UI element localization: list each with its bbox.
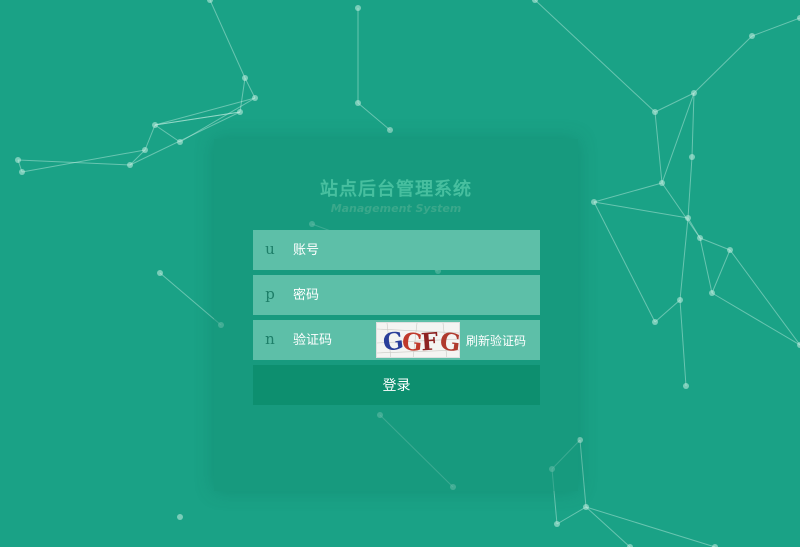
network-line [699,237,731,251]
network-node [142,147,148,153]
network-line [687,156,693,219]
network-line [585,506,631,547]
password-prefix-icon: p [265,285,275,303]
network-node [127,162,133,168]
network-line [154,124,181,143]
username-prefix-icon: u [265,240,275,258]
network-node [709,290,715,296]
network-line [357,102,391,131]
network-line [585,506,716,547]
network-line [693,35,753,94]
network-line [711,292,800,346]
network-line [679,217,689,301]
network-line [579,439,587,508]
network-node [157,270,163,276]
network-line [654,299,681,323]
captcha-char: F [420,326,439,356]
network-node [177,514,183,520]
network-node [583,504,589,510]
network-node [749,33,755,39]
network-node [19,169,25,175]
password-row: p [253,275,540,315]
username-input[interactable] [293,230,533,270]
network-line [144,124,156,151]
network-node [683,383,689,389]
network-node [685,215,691,221]
network-line [209,0,246,79]
network-node [15,157,21,163]
network-node [242,75,248,81]
network-node [659,180,665,186]
network-node [237,109,243,115]
network-line [593,201,689,219]
network-node [177,139,183,145]
network-line [691,92,695,158]
network-node [355,100,361,106]
network-node [207,0,213,3]
network-line [751,17,800,37]
network-node [591,199,597,205]
network-line [654,111,663,184]
captcha-row: n GGFG 刷新验证码 [253,320,540,360]
network-line [661,182,701,239]
network-line [593,201,656,323]
captcha-image[interactable]: GGFG [376,322,460,358]
network-line [711,249,731,294]
network-node [652,319,658,325]
network-line [679,299,687,387]
network-line [159,272,222,326]
network-node [152,122,158,128]
network-node [677,297,683,303]
login-button[interactable]: 登录 [253,365,540,405]
page-subtitle: Management System [330,202,462,215]
network-line [244,77,256,99]
network-line [534,0,656,113]
network-node [691,90,697,96]
captcha-prefix-icon: n [265,330,275,348]
network-node [697,235,703,241]
network-node [355,5,361,11]
refresh-captcha-link[interactable]: 刷新验证码 [466,332,526,349]
network-node [252,95,258,101]
login-panel: 站点后台管理系统 Management System u p n GGFG [214,139,578,491]
captcha-char: G [438,326,460,357]
network-node [689,154,695,160]
network-node [727,247,733,253]
username-row: u [253,230,540,270]
network-line [729,249,800,346]
page-title: 站点后台管理系统 [320,179,472,200]
network-node [554,521,560,527]
network-line [556,506,587,525]
network-node [652,109,658,115]
network-line [699,237,713,294]
password-input[interactable] [293,275,533,315]
network-node [387,127,393,133]
captcha-input[interactable] [293,320,373,360]
network-line [593,182,663,203]
